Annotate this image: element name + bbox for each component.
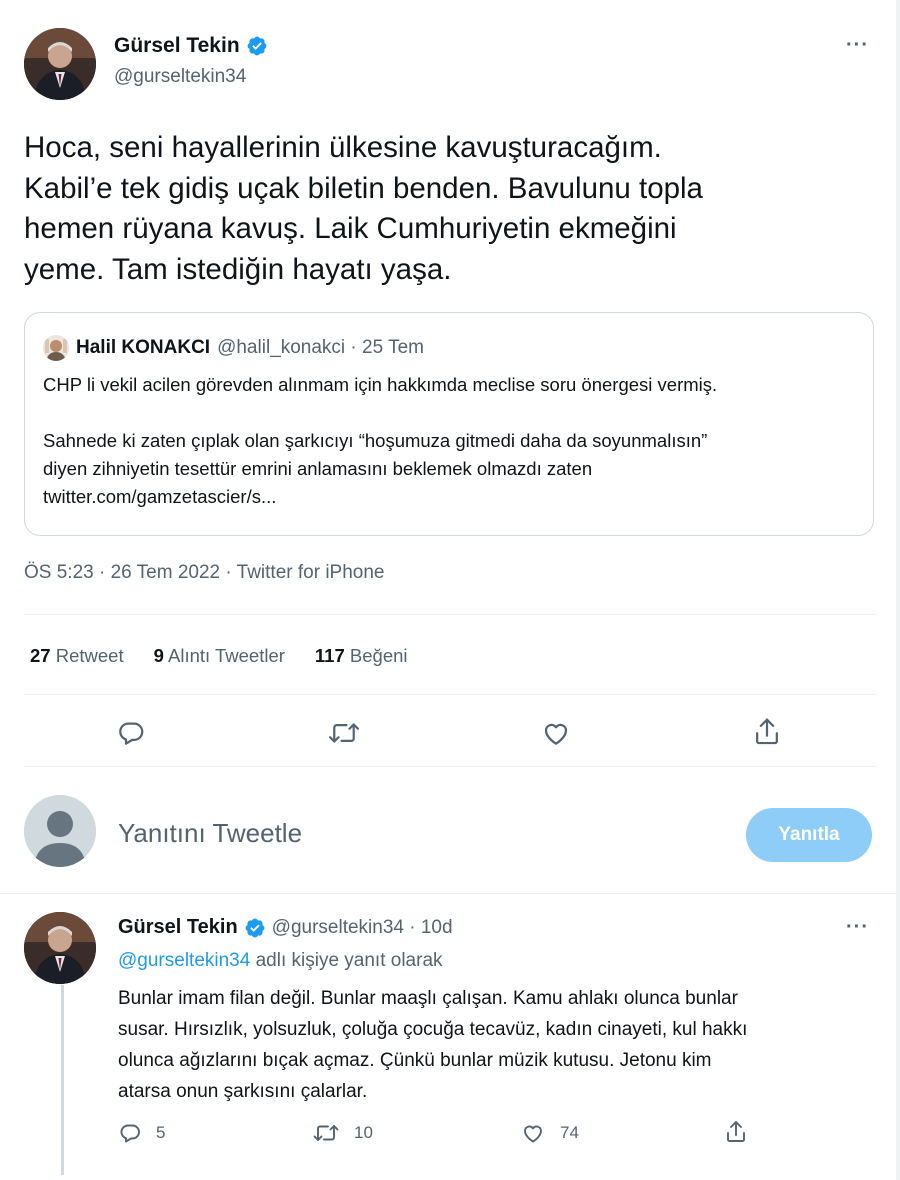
tweet-text-line: Kabil’e tek gidiş uçak biletin benden. B… — [24, 171, 703, 205]
scrollbar-track[interactable] — [896, 0, 900, 1180]
tweet-text-line: yeme. Tam istediğin hayatı yaşa. — [24, 252, 452, 286]
quotes-count: 9 — [153, 645, 164, 666]
replying-to-handle-link[interactable]: @gurseltekin34 — [118, 950, 250, 971]
quoted-text-line: diyen zihniyetin tesettür emrini anlamas… — [43, 458, 593, 479]
like-icon — [524, 1125, 542, 1143]
quoted-author-handle-date: @halil_konakci · 25 Tem — [217, 337, 424, 358]
retweets-stat[interactable]: 27 Retweet — [30, 645, 124, 667]
quoted-tweet-text: CHP li vekil acilen görevden alınmam içi… — [43, 371, 863, 511]
tweet-stats: 27 Retweet 9 Alıntı Tweetler 117 Beğeni — [30, 645, 408, 667]
more-options-icon[interactable]: ··· — [846, 34, 869, 57]
quotes-stat[interactable]: 9 Alıntı Tweetler — [154, 645, 285, 667]
reply-text-line: susar. Hırsızlık, yolsuzluk, çoluğa çocu… — [118, 1019, 748, 1040]
verified-badge-icon — [246, 35, 268, 57]
tweet-detail-page: Gürsel Tekin @gurseltekin34 ··· Hoca, se… — [0, 0, 900, 1180]
retweets-label: Retweet — [55, 645, 124, 666]
retweet-icon — [328, 723, 360, 743]
author-name-row: Gürsel Tekin — [114, 34, 268, 58]
quoted-text-line: Sahnede ki zaten çıplak olan şarkıcıyı “… — [43, 430, 708, 451]
quoted-tweet-card[interactable]: Halil KONAKCI @halil_konakci · 25 Tem CH… — [24, 312, 874, 536]
reply-text-line: olunca ağızlarını bıçak açmaz. Çünkü bun… — [118, 1050, 712, 1071]
reply-author-name[interactable]: Gürsel Tekin — [118, 916, 238, 939]
share-icon — [727, 1121, 745, 1142]
reply-retweet-button[interactable]: 10 — [312, 1121, 373, 1145]
reply-reply-count: 5 — [156, 1123, 166, 1142]
author-avatar[interactable] — [24, 28, 96, 100]
reply-share-button[interactable] — [724, 1119, 748, 1145]
reply-like-count: 74 — [560, 1123, 579, 1142]
quoted-author-avatar — [43, 335, 69, 361]
like-icon — [544, 723, 568, 745]
divider — [24, 766, 876, 767]
quoted-tweet-header: Halil KONAKCI @halil_konakci · 25 Tem — [43, 335, 424, 361]
reply-text-line: Bunlar imam filan değil. Bunlar maaşlı ç… — [118, 988, 738, 1009]
reply-like-button[interactable]: 74 — [520, 1121, 579, 1145]
reply-reply-button[interactable]: 5 — [118, 1121, 165, 1145]
quotes-label: Alıntı Tweetler — [168, 645, 285, 666]
reply-author-avatar[interactable] — [24, 912, 96, 984]
divider — [24, 694, 876, 695]
quoted-text-link[interactable]: twitter.com/gamzetascier/s... — [43, 483, 863, 511]
reply-more-options-icon[interactable]: ··· — [846, 916, 869, 939]
author-handle[interactable]: @gurseltekin34 — [114, 66, 246, 88]
tweet-text-line: hemen rüyana kavuş. Laik Cumhuriyetin ek… — [24, 212, 677, 245]
likes-count: 117 — [314, 645, 345, 666]
reply-text-line: atarsa onun şarkısını çalarlar. — [118, 1081, 368, 1102]
section-separator — [0, 893, 896, 894]
replying-to-suffix: adlı kişiye yanıt olarak — [250, 950, 443, 971]
replying-to: @gurseltekin34 adlı kişiye yanıt olarak — [118, 950, 443, 972]
likes-label: Beğeni — [349, 645, 408, 666]
thread-connector-line — [61, 985, 64, 1175]
retweets-count: 27 — [30, 645, 51, 666]
share-icon — [756, 718, 778, 745]
current-user-avatar[interactable] — [24, 795, 96, 867]
author-name[interactable]: Gürsel Tekin — [114, 34, 240, 58]
reply-icon — [119, 722, 144, 745]
likes-stat[interactable]: 117 Beğeni — [315, 645, 408, 667]
reply-button[interactable] — [116, 718, 146, 748]
retweet-button[interactable] — [327, 718, 361, 748]
share-button[interactable] — [752, 716, 782, 748]
reply-retweet-count: 10 — [354, 1123, 373, 1142]
reply-handle-time[interactable]: @gurseltekin34 · 10d — [272, 917, 453, 939]
quoted-author-name: Halil KONAKCI — [76, 337, 211, 358]
reply-compose-input[interactable]: Yanıtını Tweetle — [118, 818, 302, 849]
tweet-text: Hoca, seni hayallerinin ülkesine kavuştu… — [24, 128, 844, 290]
divider — [24, 614, 876, 615]
verified-badge-icon — [244, 917, 266, 939]
reply-author-row: Gürsel Tekin @gurseltekin34 · 10d — [118, 916, 453, 939]
like-button[interactable] — [541, 718, 571, 748]
quoted-text-line — [43, 399, 863, 427]
reply-text: Bunlar imam filan değil. Bunlar maaşlı ç… — [118, 983, 888, 1107]
tweet-timestamp[interactable]: ÖS 5:23 · 26 Tem 2022 · Twitter for iPho… — [24, 562, 385, 584]
quoted-text-line: CHP li vekil acilen görevden alınmam içi… — [43, 374, 718, 395]
tweet-text-line: Hoca, seni hayallerinin ülkesine kavuştu… — [24, 131, 662, 164]
reply-submit-button[interactable]: Yanıtla — [746, 808, 872, 862]
retweet-icon — [313, 1125, 339, 1141]
reply-icon — [120, 1124, 140, 1143]
